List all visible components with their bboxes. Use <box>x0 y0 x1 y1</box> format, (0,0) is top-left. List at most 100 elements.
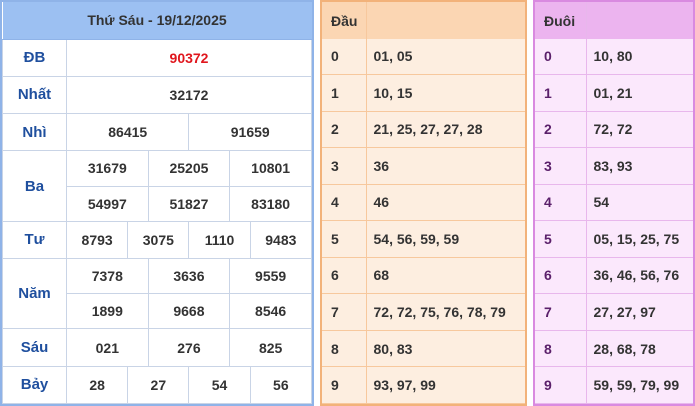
head-numbers: 54, 56, 59, 59 <box>366 220 525 258</box>
head-row: 6 68 <box>322 257 525 295</box>
tail-digit-panel: Đuôi 0 10, 80 1 01, 21 2 72, 72 3 83, 93 4 54 5 05,… <box>533 0 695 406</box>
prize-value: 51827 <box>147 185 231 222</box>
prize-value: 83180 <box>229 185 312 222</box>
prize-value: 8793 <box>65 220 129 259</box>
prize-value: 86415 <box>65 113 190 152</box>
prize-value: 9668 <box>147 293 231 330</box>
tail-numbers: 59, 59, 79, 99 <box>586 366 693 404</box>
tail-digit: 5 <box>535 220 587 258</box>
prize-value: 31679 <box>66 150 149 187</box>
head-digit: 3 <box>322 147 367 185</box>
tail-digit: 8 <box>535 330 587 368</box>
tail-numbers: 27, 27, 97 <box>586 293 693 331</box>
prize-label: Tư <box>2 220 67 259</box>
prize-label: Ba <box>2 150 67 222</box>
tail-numbers: 01, 21 <box>586 74 693 112</box>
head-numbers: 21, 25, 27, 27, 28 <box>366 111 525 149</box>
tail-digit: 9 <box>535 366 587 404</box>
head-table-header-blank <box>365 2 525 39</box>
prize-value: 1899 <box>66 293 149 330</box>
prize-label: Nhì <box>2 113 67 152</box>
head-numbers: 36 <box>366 147 525 185</box>
head-digit: 8 <box>322 330 367 368</box>
prize-row-nhat: Nhất 32172 <box>2 75 312 115</box>
tail-digit: 0 <box>535 39 587 75</box>
head-row: 0 01, 05 <box>322 39 525 75</box>
tail-row: 4 54 <box>535 184 693 222</box>
prize-table-title: Thứ Sáu - 19/12/2025 <box>2 2 312 40</box>
head-row: 3 36 <box>322 147 525 185</box>
prize-table-panel: Thứ Sáu - 19/12/2025 ĐB 90372 Nhất 32172… <box>0 0 314 406</box>
prize-value: 56 <box>249 365 313 405</box>
tail-row: 6 36, 46, 56, 76 <box>535 257 693 295</box>
prize-label: Nhất <box>2 75 67 115</box>
tail-row: 1 01, 21 <box>535 74 693 112</box>
head-numbers: 01, 05 <box>366 39 525 75</box>
prize-value: 7378 <box>66 257 149 295</box>
prize-value: 8546 <box>229 293 312 330</box>
tail-row: 5 05, 15, 25, 75 <box>535 220 693 258</box>
tail-numbers: 05, 15, 25, 75 <box>586 220 693 258</box>
head-numbers: 80, 83 <box>366 330 525 368</box>
head-numbers: 68 <box>366 257 525 295</box>
prize-row-db: ĐB 90372 <box>2 38 312 77</box>
prize-row-nhi: Nhì 86415 91659 <box>2 113 312 152</box>
head-row: 9 93, 97, 99 <box>322 366 525 404</box>
prize-value: 9483 <box>249 220 313 259</box>
head-digit: 4 <box>322 184 367 222</box>
tail-digit: 7 <box>535 293 587 331</box>
tail-digit: 1 <box>535 74 587 112</box>
head-digit: 6 <box>322 257 367 295</box>
head-digit-panel: Đầu 0 01, 05 1 10, 15 2 21, 25, 27, 27, 28 3 36… <box>320 0 527 406</box>
tail-row: 8 28, 68, 78 <box>535 330 693 368</box>
prize-row-nam-1: Năm 7378 3636 9559 <box>2 257 312 330</box>
prize-value: 3636 <box>147 257 231 295</box>
tail-numbers: 72, 72 <box>586 111 693 149</box>
head-digit: 1 <box>322 74 367 112</box>
head-row: 2 21, 25, 27, 27, 28 <box>322 111 525 149</box>
head-row: 1 10, 15 <box>322 74 525 112</box>
prize-value: 276 <box>147 328 231 367</box>
special-prize-value: 90372 <box>66 38 312 77</box>
prize-value: 32172 <box>66 75 312 115</box>
tail-table-header-blank <box>585 2 693 39</box>
tail-table-title: Đuôi <box>535 2 586 39</box>
tail-digit: 2 <box>535 111 587 149</box>
tail-digit-table: Đuôi 0 10, 80 1 01, 21 2 72, 72 3 83, 93 4 54 5 05,… <box>535 2 693 404</box>
tail-row: 7 27, 27, 97 <box>535 293 693 331</box>
prize-row-ba-1: Ba 31679 25205 10801 <box>2 150 312 222</box>
prize-value: 3075 <box>127 220 190 259</box>
head-numbers: 72, 72, 75, 76, 78, 79 <box>366 293 525 331</box>
tail-row: 0 10, 80 <box>535 39 693 75</box>
prize-value: 1110 <box>188 220 251 259</box>
prize-row-bay: Bảy 28 27 54 56 <box>2 365 313 405</box>
tail-numbers: 28, 68, 78 <box>586 330 693 368</box>
prize-label: ĐB <box>2 38 67 77</box>
tail-digit: 4 <box>535 184 587 222</box>
head-numbers: 10, 15 <box>366 74 525 112</box>
head-numbers: 46 <box>366 184 525 222</box>
prize-label: Bảy <box>2 365 67 405</box>
tail-row: 9 59, 59, 79, 99 <box>535 366 693 404</box>
tail-numbers: 54 <box>586 184 693 222</box>
prize-value: 25205 <box>147 150 231 187</box>
prize-table: Thứ Sáu - 19/12/2025 ĐB 90372 Nhất 32172… <box>2 2 313 405</box>
head-digit-table: Đầu 0 01, 05 1 10, 15 2 21, 25, 27, 27, 28 3 36… <box>322 2 525 404</box>
prize-value: 54 <box>188 365 251 405</box>
prize-value: 021 <box>66 328 149 367</box>
tail-digit: 6 <box>535 257 587 295</box>
prize-value: 28 <box>65 365 129 405</box>
prize-value: 27 <box>127 365 190 405</box>
head-row: 5 54, 56, 59, 59 <box>322 220 525 258</box>
head-row: 4 46 <box>322 184 525 222</box>
head-digit: 2 <box>322 111 367 149</box>
head-digit: 0 <box>322 39 367 75</box>
tail-row: 3 83, 93 <box>535 147 693 185</box>
head-digit: 5 <box>322 220 367 258</box>
prize-value: 54997 <box>66 185 149 222</box>
head-row: 7 72, 72, 75, 76, 78, 79 <box>322 293 525 331</box>
prize-value: 825 <box>229 328 312 367</box>
head-digit: 7 <box>322 293 367 331</box>
tail-numbers: 83, 93 <box>586 147 693 185</box>
head-digit: 9 <box>322 366 367 404</box>
